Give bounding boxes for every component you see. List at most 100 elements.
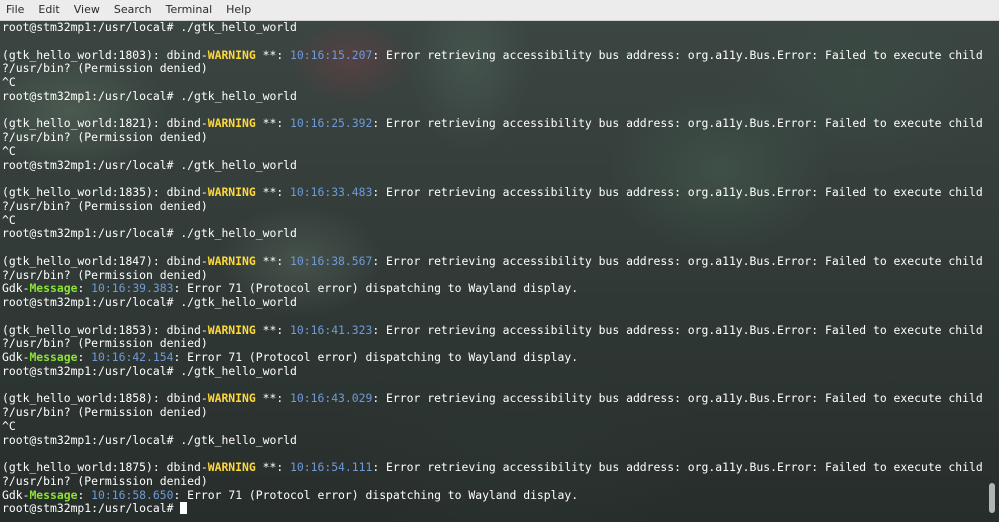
output-text: ^C: [2, 418, 16, 433]
output-text: ^C: [2, 143, 16, 158]
output-line: ?/usr/bin? (Permission denied): [2, 198, 985, 214]
log-separator: **:: [255, 47, 291, 62]
command-text: ./gtk_hello_world: [180, 226, 297, 241]
log-source: (gtk_hello_world:1847): dbind-: [2, 253, 208, 268]
output-text: ?/usr/bin? (Permission denied): [2, 198, 208, 213]
log-separator: :: [77, 281, 92, 296]
output-line: ?/usr/bin? (Permission denied): [2, 405, 985, 420]
menu-search[interactable]: Search: [107, 0, 159, 20]
warning-line: (gtk_hello_world:1835): dbind-WARNING **…: [2, 185, 985, 200]
command-line: root@stm32mp1:/usr/local# ./gtk_hello_wo…: [2, 157, 985, 173]
warning-label: WARNING: [207, 391, 256, 406]
output-line: ^C: [2, 418, 985, 434]
log-message: : Error retrieving accessibility bus add…: [372, 391, 985, 406]
command-text: ./gtk_hello_world: [180, 157, 297, 172]
log-source: Gdk-: [2, 487, 30, 502]
output-text: ?/usr/bin? (Permission denied): [2, 405, 208, 419]
command-line: root@stm32mp1:/usr/local# ./gtk_hello_wo…: [2, 21, 985, 35]
log-timestamp: 10:16:39.383: [91, 281, 174, 296]
log-message: : Error retrieving accessibility bus add…: [372, 47, 985, 62]
command-text: ./gtk_hello_world: [180, 88, 297, 103]
terminal-output[interactable]: root@stm32mp1:/usr/local# ./gtk_hello_wo…: [0, 21, 985, 522]
log-source: Gdk-: [2, 281, 30, 296]
shell-prompt: root@stm32mp1:/usr/local#: [2, 157, 181, 172]
log-source: (gtk_hello_world:1858): dbind-: [2, 391, 208, 406]
log-source: (gtk_hello_world:1853): dbind-: [2, 322, 208, 337]
output-text: ?/usr/bin? (Permission denied): [2, 473, 208, 488]
output-line: ?/usr/bin? (Permission denied): [2, 268, 985, 283]
command-line: root@stm32mp1:/usr/local# ./gtk_hello_wo…: [2, 363, 985, 379]
log-message: : Error 71 (Protocol error) dispatching …: [173, 487, 579, 502]
log-separator: :: [77, 350, 92, 364]
gdk-message-line: Gdk-Message: 10:16:42.154: Error 71 (Pro…: [2, 350, 985, 365]
gdk-message-line: Gdk-Message: 10:16:58.650: Error 71 (Pro…: [2, 487, 985, 503]
warning-line: (gtk_hello_world:1853): dbind-WARNING **…: [2, 322, 985, 338]
log-timestamp: 10:16:58.650: [91, 487, 174, 502]
warning-line: (gtk_hello_world:1847): dbind-WARNING **…: [2, 253, 985, 269]
log-timestamp: 10:16:43.029: [290, 391, 373, 406]
warning-label: WARNING: [207, 253, 256, 268]
log-source: (gtk_hello_world:1835): dbind-: [2, 185, 208, 199]
message-label: Message: [29, 487, 78, 502]
scrollbar-thumb[interactable]: [989, 483, 995, 513]
message-label: Message: [29, 350, 78, 364]
command-line: root@stm32mp1:/usr/local# ./gtk_hello_wo…: [2, 433, 985, 448]
log-separator: :: [77, 487, 92, 502]
output-text: ?/usr/bin? (Permission denied): [2, 130, 208, 144]
warning-label: WARNING: [207, 185, 256, 199]
log-message: : Error retrieving accessibility bus add…: [372, 460, 985, 474]
message-label: Message: [29, 281, 78, 296]
log-message: : Error 71 (Protocol error) dispatching …: [173, 350, 579, 364]
output-text: ^C: [2, 212, 16, 227]
scrollbar[interactable]: [985, 21, 999, 522]
shell-prompt: root@stm32mp1:/usr/local#: [2, 363, 181, 378]
menu-view[interactable]: View: [67, 0, 107, 20]
terminal-window: File Edit View Search Terminal Help root…: [0, 0, 999, 522]
menu-terminal[interactable]: Terminal: [159, 0, 220, 20]
output-text: ?/usr/bin? (Permission denied): [2, 336, 208, 351]
warning-line: (gtk_hello_world:1858): dbind-WARNING **…: [2, 391, 985, 406]
gdk-message-line: Gdk-Message: 10:16:39.383: Error 71 (Pro…: [2, 281, 985, 296]
warning-line: (gtk_hello_world:1803): dbind-WARNING **…: [2, 47, 985, 63]
log-message: : Error 71 (Protocol error) dispatching …: [173, 281, 579, 296]
log-source: (gtk_hello_world:1821): dbind-: [2, 116, 208, 131]
log-timestamp: 10:16:54.111: [290, 460, 373, 474]
output-text: ^C: [2, 75, 16, 89]
menu-edit[interactable]: Edit: [31, 0, 66, 20]
command-line: root@stm32mp1:/usr/local# ./gtk_hello_wo…: [2, 88, 985, 104]
output-line: ?/usr/bin? (Permission denied): [2, 130, 985, 145]
shell-prompt: root@stm32mp1:/usr/local#: [2, 88, 181, 103]
output-line: ^C: [2, 75, 985, 90]
log-source: (gtk_hello_world:1875): dbind-: [2, 460, 208, 474]
warning-label: WARNING: [207, 322, 256, 337]
warning-label: WARNING: [207, 116, 256, 131]
log-timestamp: 10:16:38.567: [290, 253, 373, 268]
output-line: ^C: [2, 143, 985, 159]
output-text: ?/usr/bin? (Permission denied): [2, 61, 208, 76]
output-line: ^C: [2, 212, 985, 228]
log-timestamp: 10:16:15.207: [290, 47, 373, 62]
text-cursor: [180, 502, 188, 515]
command-line: root@stm32mp1:/usr/local#: [2, 501, 985, 516]
shell-prompt: root@stm32mp1:/usr/local#: [2, 21, 181, 34]
log-message: : Error retrieving accessibility bus add…: [372, 185, 985, 199]
log-timestamp: 10:16:42.154: [91, 350, 174, 364]
menu-help[interactable]: Help: [219, 0, 258, 20]
warning-label: WARNING: [207, 47, 256, 62]
shell-prompt: root@stm32mp1:/usr/local#: [2, 295, 181, 309]
menu-file[interactable]: File: [0, 0, 31, 20]
log-separator: **:: [255, 460, 291, 474]
log-timestamp: 10:16:25.392: [290, 116, 373, 131]
log-separator: **:: [255, 185, 291, 199]
log-separator: **:: [255, 322, 291, 337]
log-timestamp: 10:16:33.483: [290, 185, 373, 199]
log-message: : Error retrieving accessibility bus add…: [372, 322, 985, 337]
warning-label: WARNING: [207, 460, 256, 474]
shell-prompt: root@stm32mp1:/usr/local#: [2, 226, 181, 241]
